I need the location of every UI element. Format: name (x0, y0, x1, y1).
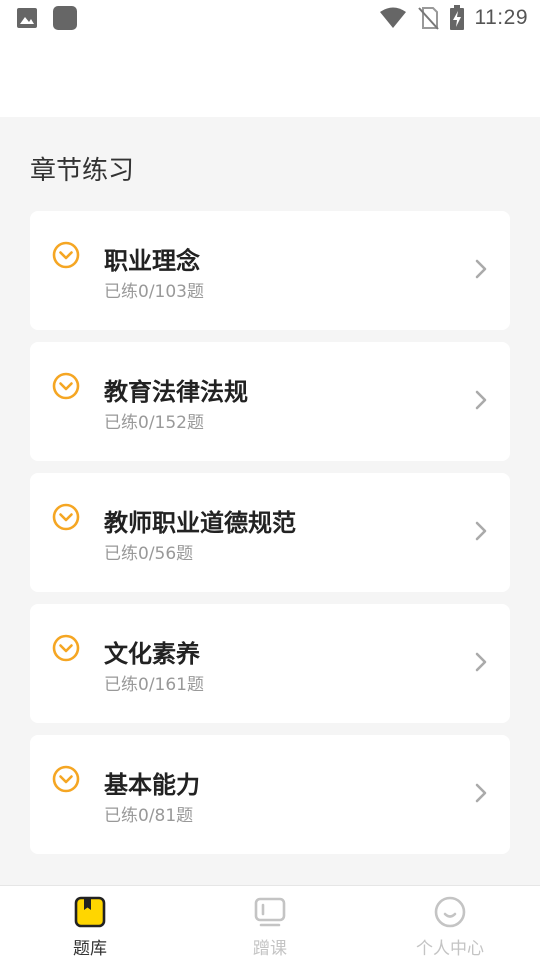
chevron-circle-icon (52, 241, 80, 269)
chapter-progress: 已练0/103题 (104, 282, 204, 302)
chapter-title: 职业理念 (104, 247, 200, 275)
status-bar: 11:29 (0, 0, 540, 36)
bottom-tab-bar: 题库 蹭课 个人中心 (0, 885, 540, 960)
tab-free-class[interactable]: 蹭课 (180, 886, 360, 960)
chapter-card[interactable]: 教师职业道德规范 已练0/56题 (30, 473, 510, 592)
battery-charging-icon (449, 5, 464, 30)
chapter-title: 教育法律法规 (104, 378, 248, 406)
chevron-circle-icon (52, 503, 80, 531)
chevron-right-icon (475, 390, 487, 410)
chevron-right-icon (475, 521, 487, 541)
chevron-right-icon (475, 652, 487, 672)
tab-label: 题库 (73, 939, 107, 959)
chapter-progress: 已练0/161题 (104, 675, 204, 695)
tab-label: 蹭课 (253, 939, 287, 959)
chevron-right-icon (475, 259, 487, 279)
chapter-title: 教师职业道德规范 (104, 509, 296, 537)
status-time: 11:29 (474, 6, 528, 29)
section-title: 章节练习 (30, 156, 135, 186)
header-area (0, 36, 540, 117)
wifi-icon (379, 7, 406, 28)
smiley-icon (434, 896, 466, 928)
chapter-progress: 已练0/81题 (104, 806, 194, 826)
chapter-progress: 已练0/152题 (104, 413, 204, 433)
chevron-circle-icon (52, 372, 80, 400)
tv-icon (254, 897, 286, 927)
chevron-circle-icon (52, 634, 80, 662)
status-right: 11:29 (379, 5, 529, 31)
app-square-icon (53, 6, 77, 30)
no-sim-icon (417, 7, 439, 30)
tab-label: 个人中心 (416, 939, 484, 959)
chapter-card[interactable]: 文化素养 已练0/161题 (30, 604, 510, 723)
tab-question-bank[interactable]: 题库 (0, 886, 180, 960)
tab-profile[interactable]: 个人中心 (360, 886, 540, 960)
chapter-card[interactable]: 教育法律法规 已练0/152题 (30, 342, 510, 461)
chevron-circle-icon (52, 765, 80, 793)
chevron-right-icon (475, 783, 487, 803)
chapter-card[interactable]: 基本能力 已练0/81题 (30, 735, 510, 854)
question-bank-icon (74, 896, 106, 928)
chapter-title: 文化素养 (104, 640, 200, 668)
chapter-card[interactable]: 职业理念 已练0/103题 (30, 211, 510, 330)
image-icon (17, 8, 37, 28)
chapter-title: 基本能力 (104, 771, 200, 799)
chapter-progress: 已练0/56题 (104, 544, 194, 564)
status-left (16, 5, 78, 31)
